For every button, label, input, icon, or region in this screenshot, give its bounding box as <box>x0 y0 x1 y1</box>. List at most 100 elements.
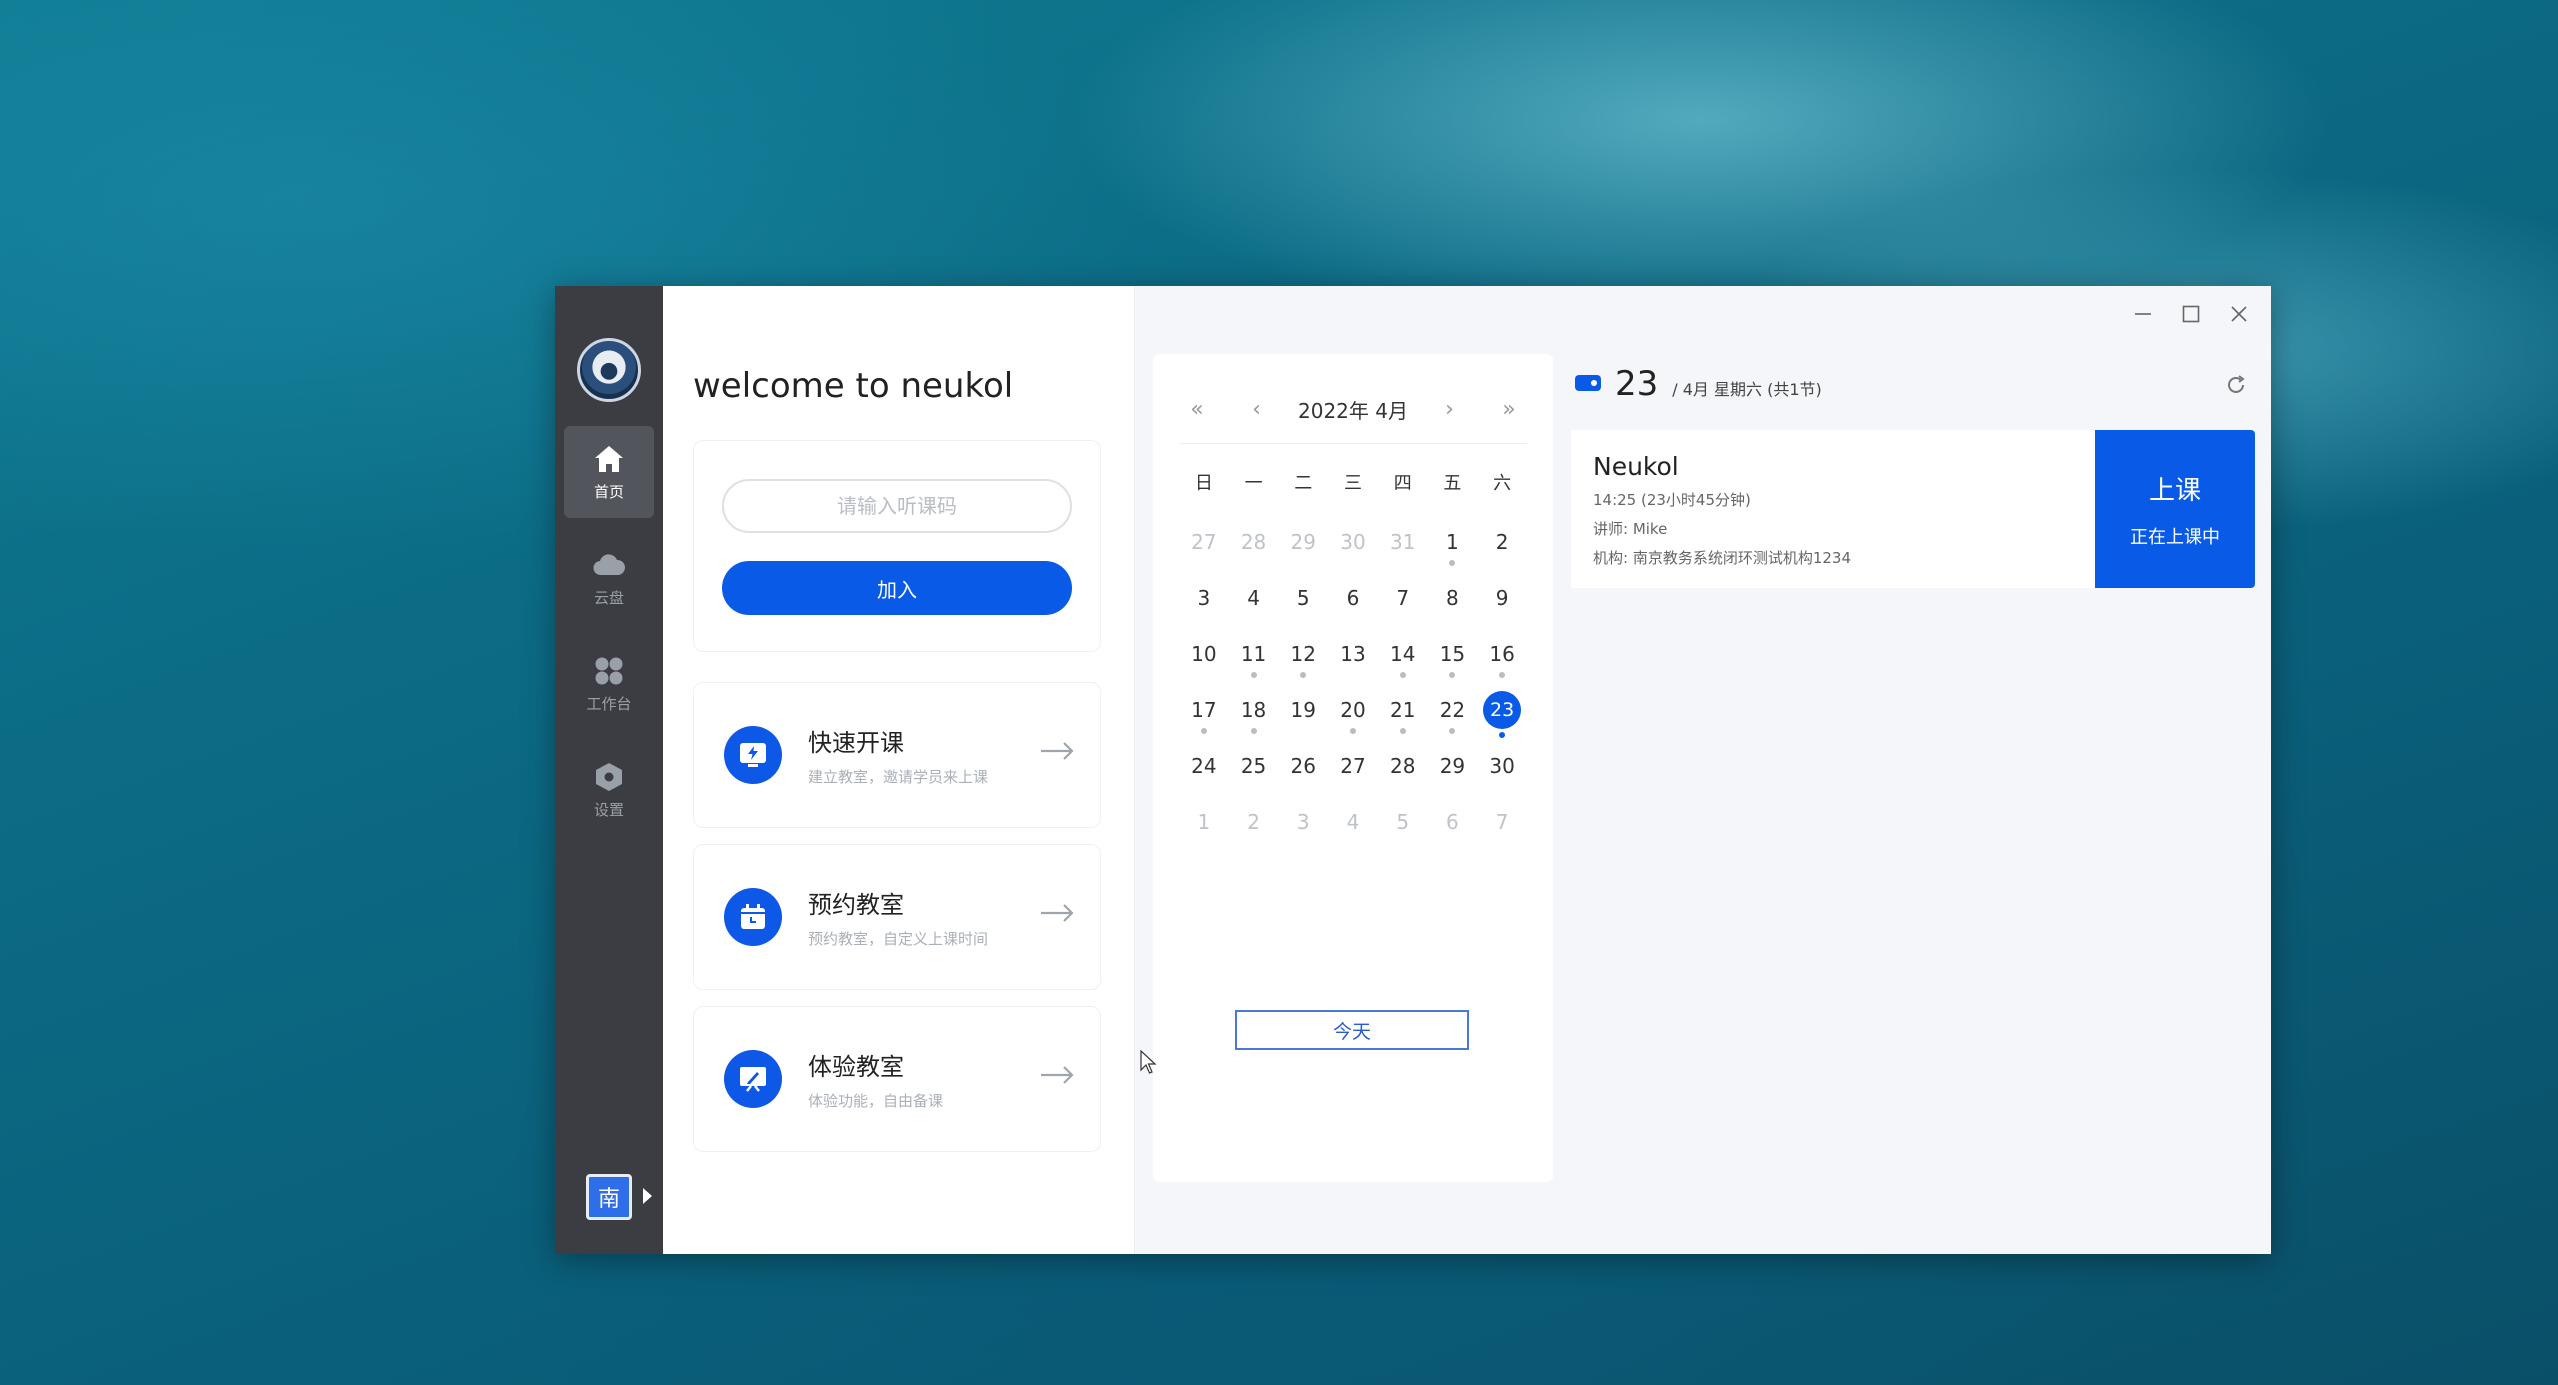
calendar-day[interactable]: 21 <box>1378 682 1428 738</box>
selected-date-header: 23 / 4月 星期六 (共1节) <box>1575 364 1822 404</box>
calendar-day[interactable]: 4 <box>1328 794 1378 850</box>
org-badge[interactable]: 南 <box>586 1174 632 1220</box>
calendar-day[interactable]: 25 <box>1229 738 1279 794</box>
day-number: 25 <box>1240 754 1267 778</box>
refresh-button[interactable] <box>2225 374 2247 400</box>
calendar-day[interactable]: 26 <box>1278 738 1328 794</box>
calendar-day[interactable]: 24 <box>1179 738 1229 794</box>
maximize-button[interactable] <box>2177 300 2205 328</box>
next-month-button[interactable]: › <box>1431 397 1467 422</box>
sidebar-item-workbench[interactable]: 工作台 <box>564 638 654 730</box>
lightning-screen-icon <box>724 726 782 784</box>
sidebar-item-home[interactable]: 首页 <box>564 426 654 518</box>
calendar-day[interactable]: 28 <box>1378 738 1428 794</box>
lesson-card[interactable]: Neukol 14:25 (23小时45分钟) 讲师: Mike 机构: 南京教… <box>1571 430 2255 588</box>
prev-year-button[interactable]: « <box>1179 397 1215 422</box>
day-number: 11 <box>1240 642 1267 666</box>
start-class-button[interactable]: 上课 正在上课中 <box>2095 430 2255 588</box>
calendar-day[interactable]: 18 <box>1229 682 1279 738</box>
action-subtitle: 体验功能，自由备课 <box>808 1092 944 1110</box>
calendar-day[interactable]: 28 <box>1229 514 1279 570</box>
calendar-day[interactable]: 1 <box>1179 794 1229 850</box>
board-icon <box>724 1050 782 1108</box>
day-number: 22 <box>1439 698 1466 722</box>
calendar-day[interactable]: 7 <box>1477 794 1527 850</box>
calendar-day[interactable]: 7 <box>1378 570 1428 626</box>
calendar-day[interactable]: 12 <box>1278 626 1328 682</box>
calendar-day[interactable]: 17 <box>1179 682 1229 738</box>
action-text: 预约教室 预约教室，自定义上课时间 <box>808 885 988 949</box>
calendar-day[interactable]: 30 <box>1477 738 1527 794</box>
lesson-time: 14:25 (23小时45分钟) <box>1593 491 1751 509</box>
calendar-day[interactable]: 2 <box>1477 514 1527 570</box>
calendar-day[interactable]: 15 <box>1428 626 1478 682</box>
selected-day: 23 <box>1615 364 1659 404</box>
day-number: 17 <box>1191 698 1217 722</box>
calendar-day[interactable]: 29 <box>1428 738 1478 794</box>
calendar-day[interactable]: 4 <box>1229 570 1279 626</box>
calendar-day[interactable]: 10 <box>1179 626 1229 682</box>
calendar-day[interactable]: 9 <box>1477 570 1527 626</box>
workbench-icon <box>593 655 625 687</box>
calendar-day[interactable]: 5 <box>1278 570 1328 626</box>
day-number: 30 <box>1340 530 1366 554</box>
today-button[interactable]: 今天 <box>1235 1010 1469 1050</box>
lesson-indicator-dot <box>1200 728 1207 734</box>
day-number: 3 <box>1197 586 1211 610</box>
join-button[interactable]: 加入 <box>722 561 1072 615</box>
close-button[interactable] <box>2225 300 2253 328</box>
calendar-day[interactable]: 13 <box>1328 626 1378 682</box>
book-classroom-card[interactable]: 预约教室 预约教室，自定义上课时间 <box>693 844 1101 990</box>
calendar-day[interactable]: 19 <box>1278 682 1328 738</box>
refresh-icon <box>2228 375 2245 393</box>
expand-arrow-icon[interactable] <box>643 1188 652 1204</box>
weekday-label: 日 <box>1194 473 1213 494</box>
sidebar-item-cloud[interactable]: 云盘 <box>564 532 654 624</box>
calendar-day[interactable]: 14 <box>1378 626 1428 682</box>
calendar-day[interactable]: 6 <box>1328 570 1378 626</box>
calendar-day[interactable]: 16 <box>1477 626 1527 682</box>
home-icon <box>593 443 625 475</box>
weekday-row: 日一二三四五六 <box>1179 462 1527 502</box>
lesson-indicator-dot <box>1250 672 1257 678</box>
day-number: 7 <box>1396 586 1410 610</box>
trial-classroom-card[interactable]: 体验教室 体验功能，自由备课 <box>693 1006 1101 1152</box>
calendar-day[interactable]: 5 <box>1378 794 1428 850</box>
calendar-day[interactable]: 30 <box>1328 514 1378 570</box>
listen-code-input[interactable] <box>722 479 1072 533</box>
arrow-right-icon <box>1040 741 1074 765</box>
action-text: 体验教室 体验功能，自由备课 <box>808 1047 943 1111</box>
day-number: 8 <box>1446 586 1459 610</box>
prev-month-button[interactable]: ‹ <box>1239 397 1275 422</box>
calendar-day[interactable]: 1 <box>1428 514 1478 570</box>
calendar-icon <box>724 888 782 946</box>
calendar-day[interactable]: 29 <box>1278 514 1328 570</box>
calendar-day[interactable]: 3 <box>1179 570 1229 626</box>
day-number: 5 <box>1396 810 1410 834</box>
minimize-button[interactable] <box>2129 300 2157 328</box>
calendar-day-today[interactable]: 23 <box>1477 682 1527 738</box>
day-number: 9 <box>1495 586 1509 610</box>
calendar-day[interactable]: 6 <box>1428 794 1478 850</box>
action-title: 预约教室 <box>808 891 904 919</box>
quick-start-card[interactable]: 快速开课 建立教室，邀请学员来上课 <box>693 682 1101 828</box>
calendar-day[interactable]: 27 <box>1179 514 1229 570</box>
calendar-day[interactable]: 2 <box>1229 794 1279 850</box>
calendar-day[interactable]: 11 <box>1229 626 1279 682</box>
calendar-day[interactable]: 8 <box>1428 570 1478 626</box>
day-number: 24 <box>1191 754 1217 778</box>
calendar-day[interactable]: 3 <box>1278 794 1328 850</box>
lesson-indicator-dot <box>1399 672 1406 678</box>
calendar-day[interactable]: 20 <box>1328 682 1378 738</box>
calendar-title: 2022年 4月 <box>1298 399 1408 423</box>
calendar-day[interactable]: 22 <box>1428 682 1478 738</box>
day-number: 16 <box>1489 642 1515 666</box>
next-year-button[interactable]: » <box>1491 397 1527 422</box>
weekday-label: 一 <box>1244 473 1263 494</box>
calendar-week: 1 2 3 4 5 6 7 <box>1179 794 1527 850</box>
sidebar-item-settings[interactable]: 设置 <box>564 744 654 836</box>
calendar-day[interactable]: 27 <box>1328 738 1378 794</box>
sidebar-item-label: 设置 <box>593 800 624 819</box>
calendar-day[interactable]: 31 <box>1378 514 1428 570</box>
sidebar-item-label: 首页 <box>593 482 624 501</box>
